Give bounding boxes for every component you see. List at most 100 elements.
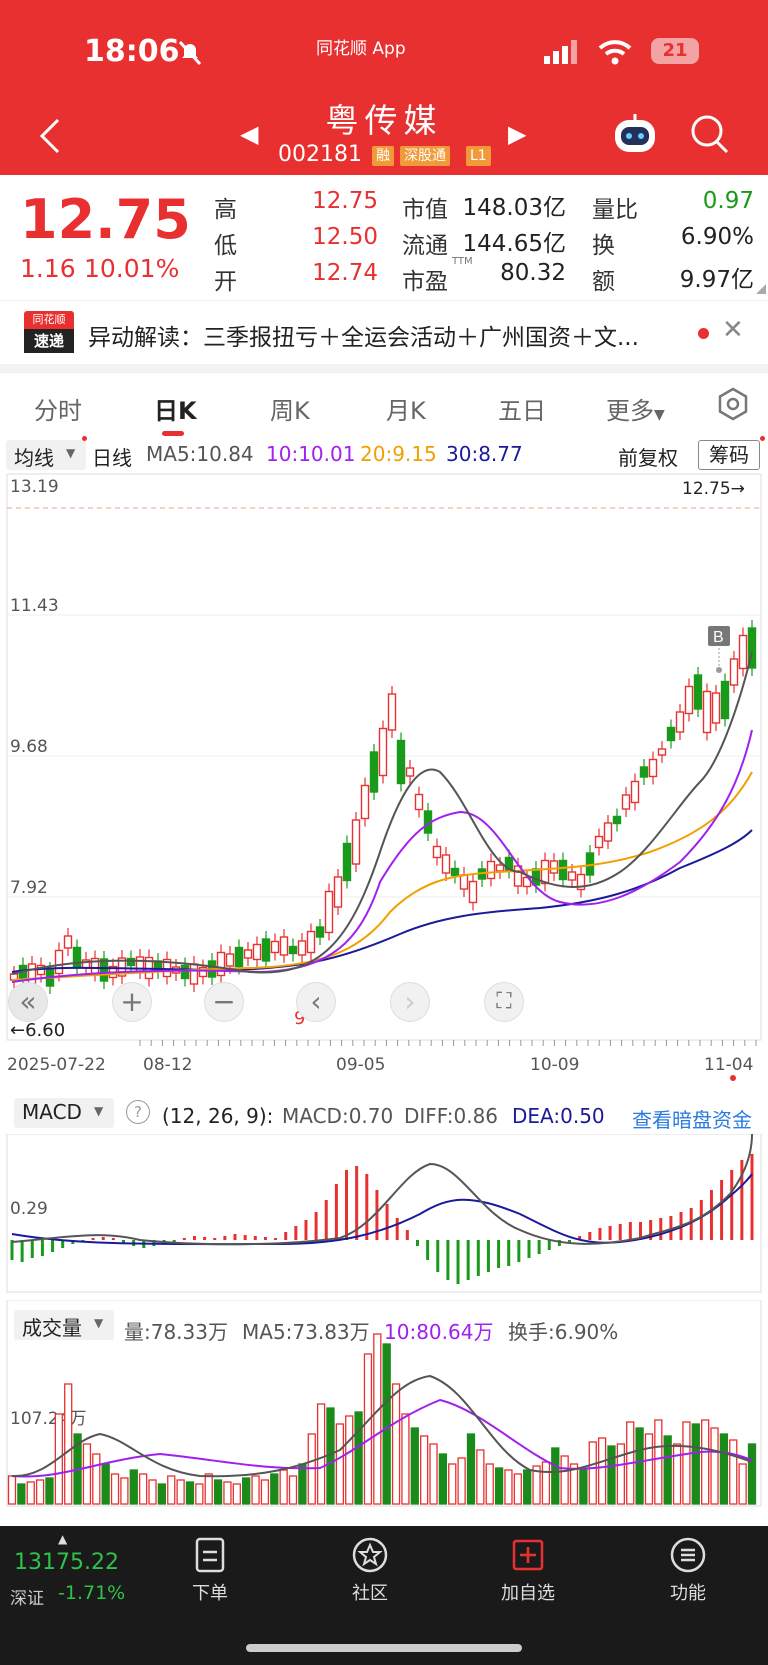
nav-community-label: 社区 bbox=[352, 1583, 388, 1604]
volume-bar bbox=[101, 1463, 110, 1505]
macd-frame bbox=[6, 1134, 762, 1293]
settings-icon[interactable] bbox=[716, 387, 750, 421]
help-icon[interactable]: ? bbox=[126, 1100, 150, 1124]
adjust-label[interactable]: 前复权 bbox=[618, 442, 678, 471]
chips-button[interactable]: 筹码 bbox=[698, 440, 760, 470]
date-label-3: 09-05 bbox=[336, 1055, 385, 1072]
dark-pool-link[interactable]: 查看暗盘资金 bbox=[632, 1104, 752, 1133]
search-icon[interactable] bbox=[690, 114, 730, 156]
volume-bar bbox=[35, 1479, 45, 1505]
volume-bar bbox=[7, 1475, 17, 1505]
tab-daily-k[interactable]: 日K bbox=[154, 391, 197, 426]
candle-body bbox=[225, 953, 235, 967]
candle-body bbox=[495, 864, 505, 872]
volume-bar bbox=[242, 1477, 251, 1505]
news-text: 异动解读：三季报扭亏＋全运会活动＋广州国资＋文... bbox=[88, 325, 639, 351]
zoom-in-icon[interactable]: + bbox=[112, 982, 152, 1022]
news-bar[interactable]: 同花顺 速递 异动解读：三季报扭亏＋全运会活动＋广州国资＋文... ✕ bbox=[0, 300, 768, 364]
volume-bar bbox=[382, 1343, 391, 1505]
volume-bar bbox=[691, 1423, 700, 1505]
ma-selector[interactable]: 均线 ▼ bbox=[6, 440, 86, 470]
candle-body bbox=[63, 935, 73, 949]
volume-bar bbox=[298, 1463, 307, 1505]
next-stock-icon[interactable]: ▶ bbox=[508, 120, 526, 148]
signal-icon bbox=[544, 40, 577, 64]
b-signal-marker: B bbox=[708, 626, 730, 673]
macd-level-label: 0.29 bbox=[10, 1199, 48, 1219]
volume-bar bbox=[26, 1481, 35, 1505]
volume-bar bbox=[373, 1333, 382, 1505]
scroll-right-icon[interactable]: › bbox=[390, 982, 430, 1022]
ma5-line bbox=[11, 651, 753, 975]
tab-more[interactable]: 更多▼ bbox=[606, 391, 665, 426]
candlesticks bbox=[9, 620, 757, 994]
fullscreen-icon[interactable]: ⛶ bbox=[484, 982, 524, 1022]
close-icon[interactable]: ✕ bbox=[722, 315, 744, 345]
candle-body bbox=[414, 793, 424, 811]
candle-body bbox=[342, 842, 352, 882]
candle-body bbox=[288, 945, 298, 955]
volume-bar bbox=[429, 1443, 438, 1505]
volume-bar bbox=[260, 1479, 270, 1505]
tab-intraday[interactable]: 分时 bbox=[34, 391, 82, 426]
nav-order-label: 下单 bbox=[192, 1583, 228, 1604]
candle-body bbox=[684, 685, 694, 715]
collapse-icon[interactable]: « bbox=[8, 982, 48, 1022]
nav-order[interactable]: 下单 bbox=[150, 1526, 270, 1605]
tab-active-indicator bbox=[162, 431, 184, 436]
volume-bar bbox=[110, 1473, 120, 1505]
candle-body bbox=[729, 658, 739, 686]
community-icon bbox=[352, 1537, 388, 1573]
volume-bar bbox=[682, 1421, 691, 1505]
tab-monthly-k[interactable]: 月K bbox=[386, 391, 426, 426]
candle-body bbox=[279, 936, 289, 956]
nav-add-watchlist[interactable]: 加自选 bbox=[468, 1526, 588, 1605]
tab-weekly-k[interactable]: 周K bbox=[270, 391, 310, 426]
volume-bars bbox=[7, 1333, 757, 1505]
volume-bar bbox=[504, 1469, 513, 1505]
index-value[interactable]: 13175.22 bbox=[14, 1550, 119, 1575]
candle-body bbox=[657, 748, 667, 756]
candle-body bbox=[54, 949, 64, 975]
volume-bar bbox=[82, 1443, 92, 1505]
dea-value: DEA:0.50 bbox=[512, 1104, 605, 1128]
macd-chart[interactable]: 0.29 bbox=[0, 1134, 768, 1294]
volume-chart[interactable]: 107.24万 bbox=[0, 1300, 768, 1510]
volume-bar bbox=[288, 1475, 298, 1505]
candle-body bbox=[243, 949, 253, 959]
date-axis-labels: 2025-07-22 08-12 09-05 10-09 11-04 bbox=[7, 1055, 753, 1072]
float-cap-value: 144.65亿 bbox=[462, 231, 566, 257]
pe-ttm-label: TTM bbox=[452, 256, 473, 267]
expand-corner-icon[interactable] bbox=[756, 284, 766, 294]
macd-selector[interactable]: MACD ▼ bbox=[14, 1098, 114, 1128]
volume-bar bbox=[176, 1479, 185, 1505]
volume-bar bbox=[597, 1437, 607, 1505]
volume-bar bbox=[185, 1481, 195, 1505]
nav-functions[interactable]: 功能 bbox=[628, 1526, 748, 1605]
bell-off-icon bbox=[178, 40, 202, 66]
robot-assistant-icon[interactable] bbox=[612, 112, 658, 158]
volume-bar bbox=[616, 1443, 626, 1505]
scroll-left-icon[interactable]: ‹ bbox=[296, 982, 336, 1022]
volume-bar bbox=[92, 1453, 101, 1505]
price-change-pct: 10.01% bbox=[84, 254, 180, 283]
open-value: 12.74 bbox=[312, 260, 378, 286]
volume-bar bbox=[279, 1469, 288, 1505]
date-label-2: 08-12 bbox=[143, 1055, 192, 1072]
volume-bar bbox=[64, 1383, 73, 1505]
kline-chart[interactable]: B 13.19 11.43 9.68 7.92 12.75→ ←6.60 9 2… bbox=[0, 472, 768, 1072]
wifi-icon bbox=[598, 40, 632, 65]
price-change: 1.16 bbox=[20, 254, 76, 283]
tab-five-day[interactable]: 五日 bbox=[498, 391, 546, 426]
zoom-out-icon[interactable]: − bbox=[204, 982, 244, 1022]
candle-body bbox=[567, 871, 577, 881]
nav-community[interactable]: 社区 bbox=[310, 1526, 430, 1605]
price-label-2: 11.43 bbox=[10, 596, 59, 616]
volume-bar bbox=[316, 1403, 326, 1505]
volume-bar bbox=[363, 1353, 373, 1505]
low-label: 低 bbox=[214, 233, 237, 259]
candle-body bbox=[711, 692, 721, 724]
candle-body bbox=[720, 680, 730, 720]
macd-histogram bbox=[10, 1154, 754, 1284]
diff-value: DIFF:0.86 bbox=[404, 1104, 499, 1128]
